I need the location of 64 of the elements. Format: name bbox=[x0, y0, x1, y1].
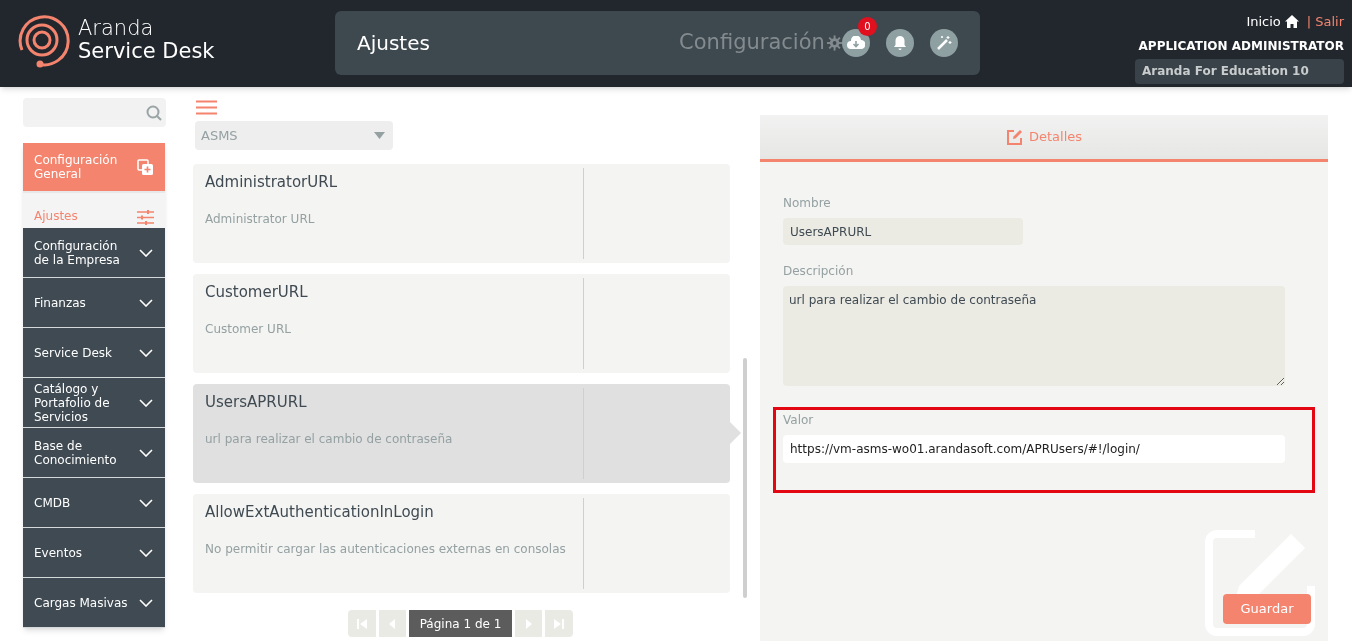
setting-description: No permitir cargar las autenticaciones externas en consolas bbox=[205, 540, 567, 558]
bell-icon bbox=[893, 35, 907, 51]
cloud-download-button[interactable] bbox=[842, 29, 870, 57]
next-icon bbox=[525, 618, 532, 629]
scrollbar[interactable] bbox=[743, 358, 747, 598]
menu-icon[interactable] bbox=[196, 100, 217, 115]
separator-text: | bbox=[1306, 13, 1312, 31]
copy-add-icon bbox=[137, 158, 154, 176]
sidebar-item[interactable]: Cargas Masivas bbox=[23, 578, 165, 628]
field-label: Valor bbox=[783, 412, 815, 429]
user-role: APPLICATION ADMINISTRATOR bbox=[1138, 37, 1344, 55]
setting-card[interactable]: AdministratorURL Administrator URL bbox=[193, 164, 730, 263]
chevron-down-icon bbox=[139, 298, 153, 307]
selection-pointer-icon bbox=[730, 422, 741, 444]
chevron-down-icon bbox=[139, 348, 153, 357]
sidebar-item[interactable]: Service Desk bbox=[23, 328, 165, 378]
notification-badge: 0 bbox=[858, 17, 877, 36]
home-link[interactable]: Inicio bbox=[1246, 12, 1281, 32]
gear-icon bbox=[826, 35, 842, 51]
last-page-icon bbox=[554, 618, 565, 629]
sidebar-item[interactable]: Base de Conocimiento bbox=[23, 428, 165, 478]
setting-description: url para realizar el cambio de contraseña bbox=[205, 430, 454, 448]
chevron-down-icon bbox=[139, 248, 153, 257]
sidebar-item[interactable]: Catálogo y Portafolio de Servicios bbox=[23, 378, 165, 428]
caret-icon bbox=[374, 132, 385, 139]
sidebar-item[interactable]: CMDB bbox=[23, 478, 165, 528]
home-icon bbox=[1284, 15, 1299, 29]
company-selector[interactable]: Aranda For Education 10 bbox=[1135, 58, 1344, 84]
sliders-icon bbox=[137, 210, 154, 225]
search-icon bbox=[146, 104, 162, 121]
first-page-icon bbox=[356, 618, 367, 629]
previous-icon bbox=[389, 618, 396, 629]
edit-icon bbox=[1005, 128, 1023, 146]
description-field[interactable]: url para realizar el cambio de contraseña bbox=[783, 286, 1285, 386]
sidebar-item[interactable]: Configuración de la Empresa bbox=[23, 228, 165, 278]
setting-name: AllowExtAuthenticationInLogin bbox=[205, 502, 435, 523]
setting-card[interactable]: CustomerURL Customer URL bbox=[193, 274, 730, 373]
chevron-down-icon bbox=[139, 498, 153, 507]
setting-card[interactable]: AllowExtAuthenticationInLogin No permitir cargar las autenticaciones externas en consolas bbox=[193, 494, 730, 593]
setting-name: CustomerURL bbox=[205, 282, 309, 303]
name-field[interactable]: UsersAPRURL bbox=[783, 218, 1023, 245]
setting-name: AdministratorURL bbox=[205, 172, 338, 193]
bell-button[interactable] bbox=[886, 29, 914, 57]
chevron-down-icon bbox=[139, 448, 153, 457]
setting-name: UsersAPRURL bbox=[205, 392, 308, 413]
sidebar-item[interactable]: Finanzas bbox=[23, 278, 165, 328]
page-title: Ajustes bbox=[357, 30, 431, 57]
setting-description: Customer URL bbox=[205, 320, 292, 338]
logo-text: Aranda bbox=[78, 16, 155, 40]
field-label: Descripción bbox=[783, 263, 855, 280]
search-field[interactable] bbox=[23, 98, 166, 127]
setting-description: Administrator URL bbox=[205, 210, 316, 228]
magic-wand-icon bbox=[936, 35, 952, 51]
logout-link[interactable]: Salir bbox=[1315, 12, 1344, 32]
chevron-down-icon bbox=[139, 598, 153, 607]
cloud-download-icon bbox=[847, 36, 865, 50]
field-label: Nombre bbox=[783, 195, 832, 212]
logo-text: Service Desk bbox=[78, 40, 215, 64]
magic-wand-button[interactable] bbox=[930, 29, 958, 57]
sidebar-item[interactable]: Eventos bbox=[23, 528, 165, 578]
page-indicator: Página 1 de 1 bbox=[408, 610, 513, 637]
chevron-down-icon bbox=[139, 398, 153, 407]
value-field[interactable]: https://vm-asms-wo01.arandasoft.com/APRUsers/#!/login/ bbox=[783, 435, 1285, 463]
chevron-down-icon bbox=[139, 548, 153, 557]
